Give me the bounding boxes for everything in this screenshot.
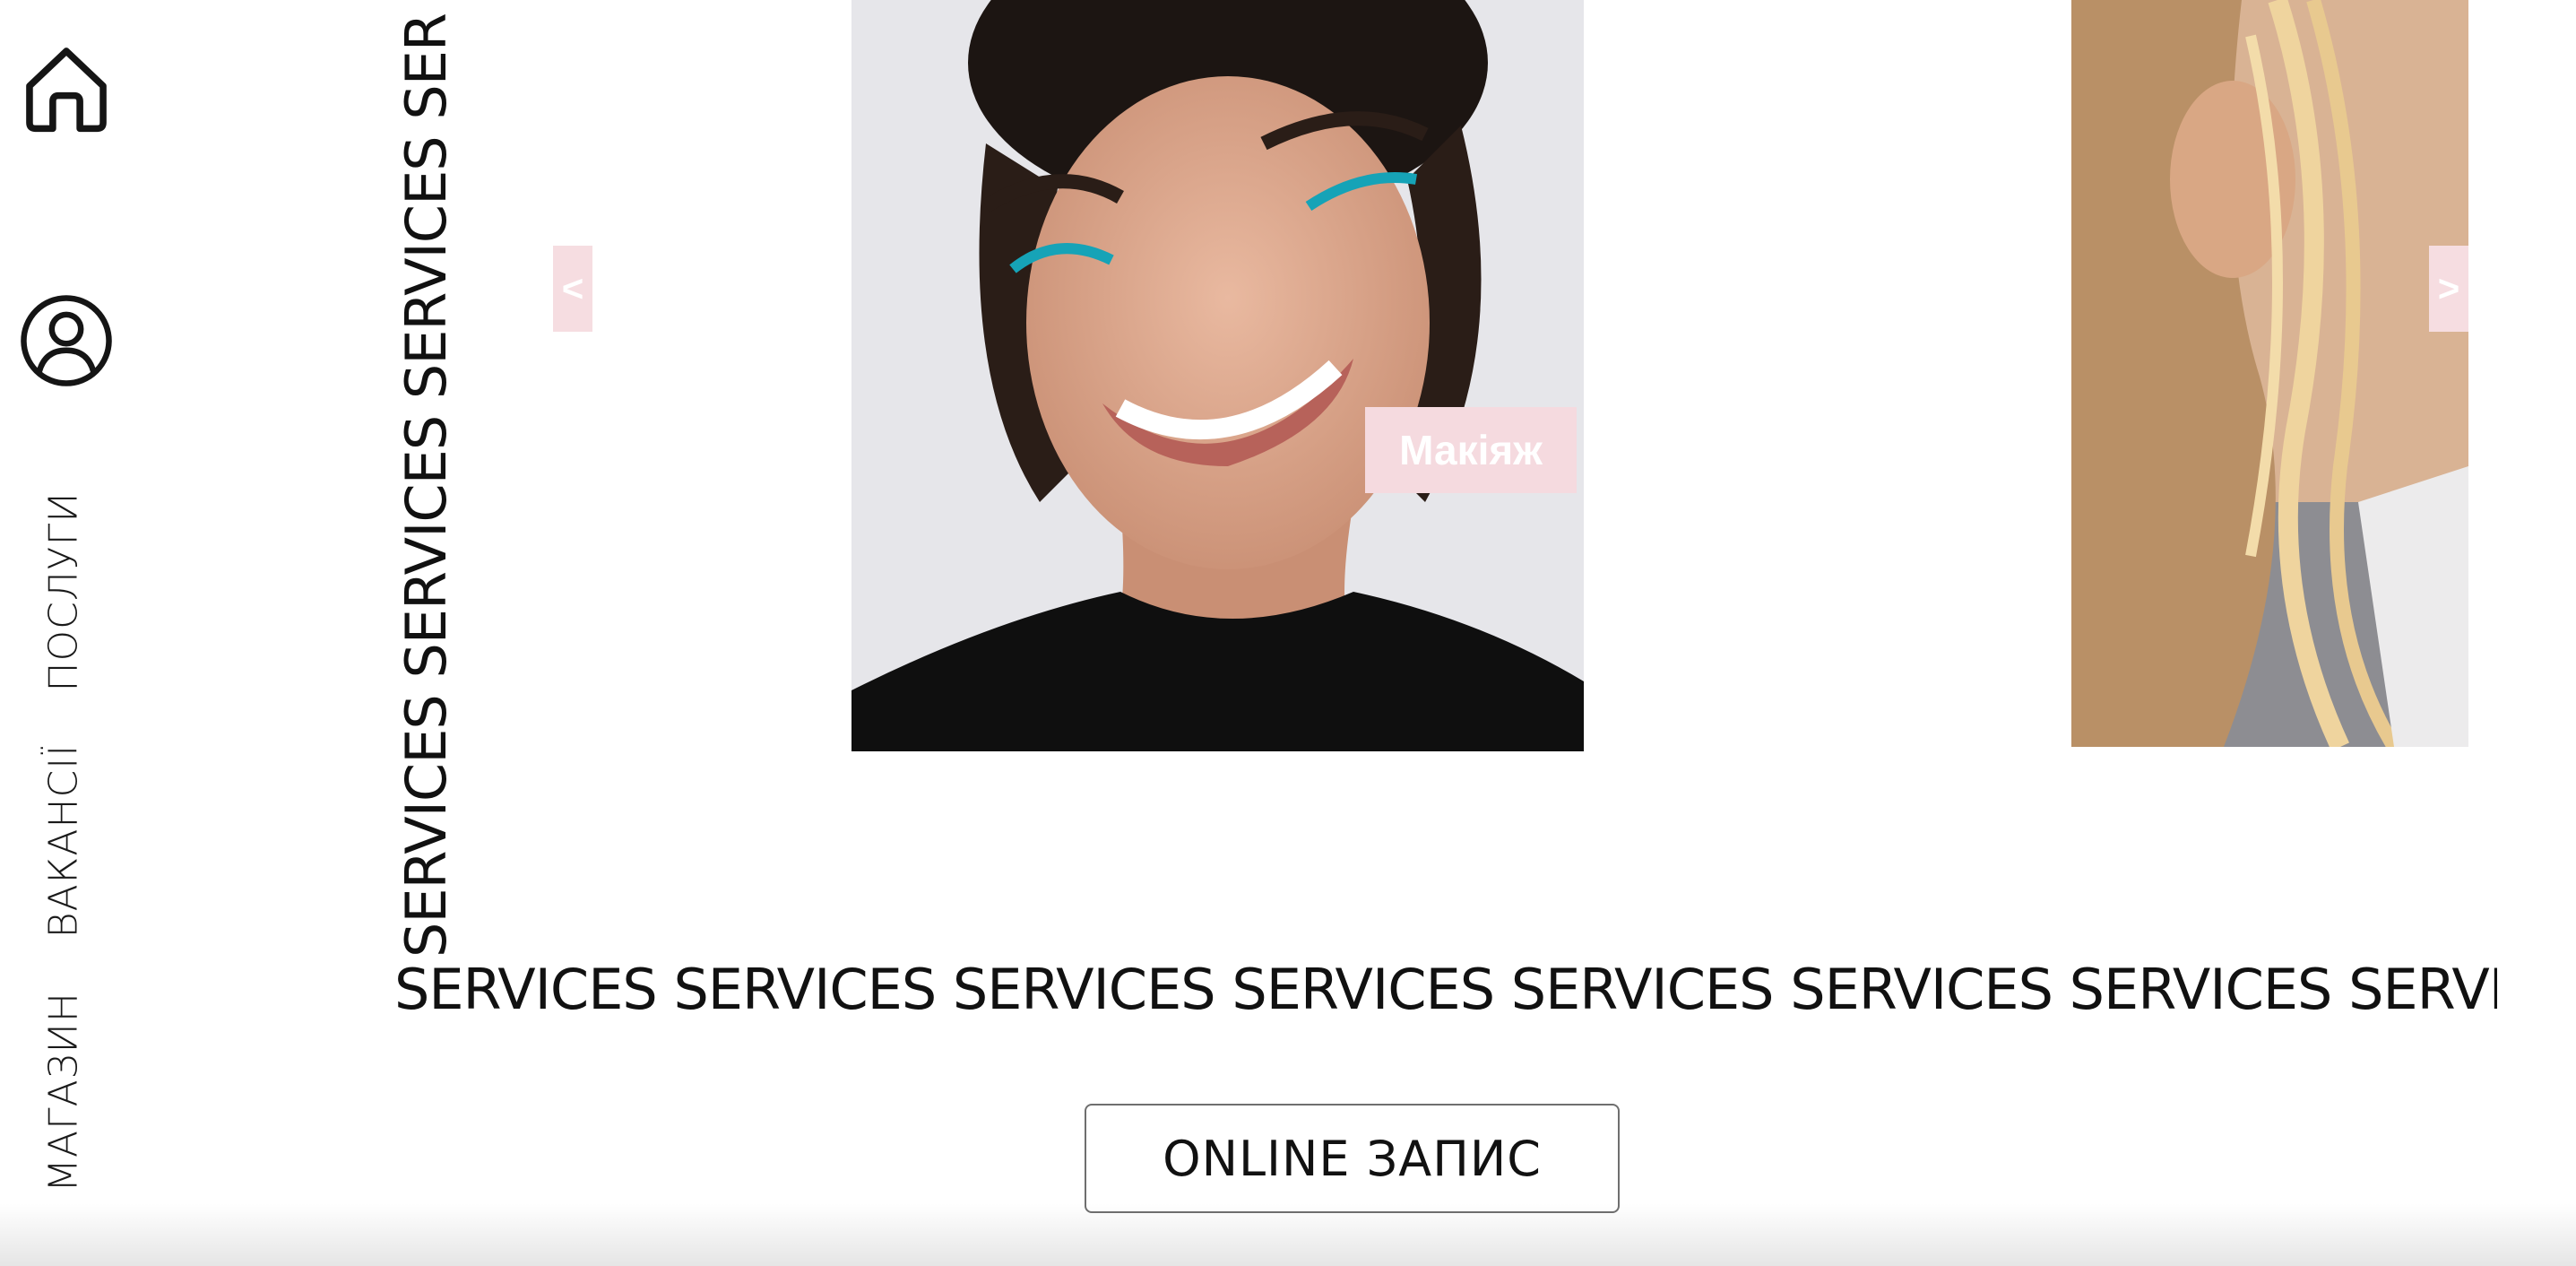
sidebar: ПОСЛУГИ ВАКАНСІЇ МАГАЗИН [0,0,134,1266]
carousel-prev-button[interactable]: < [553,246,592,332]
service-badge-makeup[interactable]: Макіяж [1365,407,1577,493]
services-marquee-vertical: SERVICES SERVICES SERVICES SER [398,13,455,958]
service-card-hair[interactable] [2071,0,2468,747]
service-card-makeup[interactable] [851,0,1584,751]
user-circle-icon[interactable] [18,292,115,389]
hair-photo [2071,0,2468,747]
carousel-next-button[interactable]: > [2429,246,2468,332]
home-icon[interactable] [18,39,115,136]
makeup-photo [851,0,1584,751]
services-marquee-horizontal: SERVICES SERVICES SERVICES SERVICES SERV… [394,957,2497,1022]
nav-services[interactable]: ПОСЛУГИ [41,491,87,691]
nav-shop[interactable]: МАГАЗИН [41,992,87,1192]
online-booking-button[interactable]: ONLINE ЗАПИС [1085,1104,1620,1213]
nav-vacancies[interactable]: ВАКАНСІЇ [41,744,87,938]
